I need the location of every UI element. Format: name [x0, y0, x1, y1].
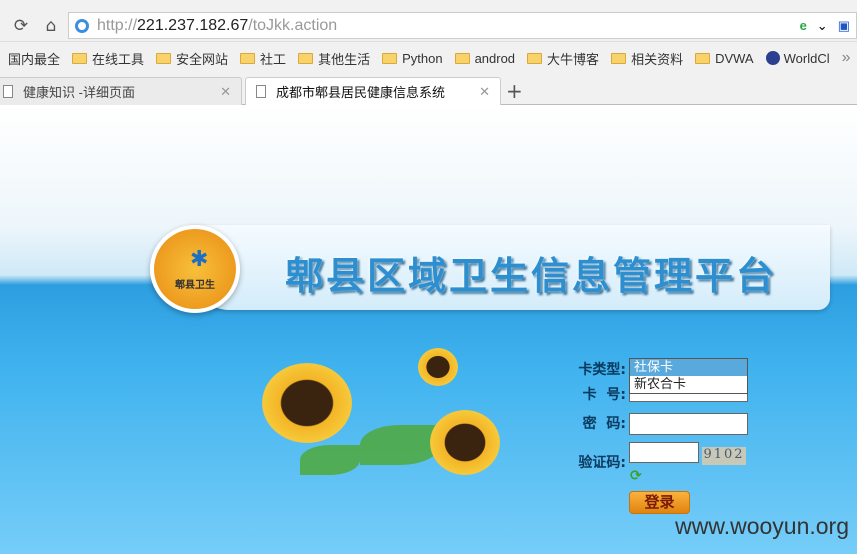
captcha-input[interactable]: [629, 442, 699, 463]
tab-health-knowledge[interactable]: 健康知识 -详细页面 ✕: [0, 77, 242, 105]
sunflower-image: [418, 348, 458, 386]
folder-icon: [527, 52, 543, 64]
leaf-decoration: [300, 445, 360, 475]
bookmark-item[interactable]: 在线工具: [72, 49, 144, 68]
password-label: 密 码:: [582, 416, 626, 432]
tab-label: 成都市郫县居民健康信息系统: [276, 85, 446, 100]
folder-icon: [611, 52, 627, 64]
captcha-label: 验证码:: [578, 455, 626, 471]
bookmarks-bar: 国内最全 在线工具 安全网站 社工 其他生活 Python androd 大牛博…: [0, 43, 857, 73]
new-tab-button[interactable]: +: [506, 79, 523, 103]
home-icon[interactable]: ⌂: [36, 12, 66, 40]
logo: ✱ 郫县卫生: [150, 225, 240, 313]
ie-mode-icon[interactable]: e: [800, 18, 807, 33]
reload-icon[interactable]: ⟳: [6, 12, 36, 40]
bookmark-item[interactable]: DVWA: [695, 51, 754, 66]
bookmark-label: 大牛博客: [547, 51, 600, 67]
password-input[interactable]: [629, 413, 748, 435]
card-number-label: 卡 号:: [582, 387, 626, 403]
url-path: /toJkk.action: [248, 16, 338, 34]
option-rural-card[interactable]: 新农合卡: [630, 376, 747, 393]
option-social-card[interactable]: 社保卡: [630, 359, 747, 376]
close-icon[interactable]: ✕: [479, 84, 490, 100]
bookmark-label: WorldCl: [783, 50, 830, 66]
card-type-label: 卡类型:: [578, 362, 626, 378]
url-host: 221.237.182.67: [137, 16, 249, 34]
refresh-icon[interactable]: ⟳: [630, 468, 642, 484]
nav-bar: ⟳ ⌂ http://221.237.182.67/toJkk.action e…: [0, 10, 857, 42]
bookmarks-more-button[interactable]: »: [842, 49, 851, 67]
extension-icon[interactable]: ▣: [838, 18, 850, 34]
bookmark-item[interactable]: Python: [382, 50, 443, 66]
medical-star-icon: ✱: [190, 247, 209, 272]
globe-icon: [765, 51, 780, 65]
bookmark-label: Python: [402, 50, 443, 66]
folder-icon: [382, 52, 398, 64]
sunflower-image: [430, 410, 500, 475]
bookmark-label: 在线工具: [92, 51, 145, 67]
site-icon: [75, 18, 89, 33]
bookmark-label: 相关资料: [631, 51, 684, 67]
page-title: 郫县区域卫生信息管理平台: [285, 254, 778, 298]
bookmark-item[interactable]: WorldCl: [765, 50, 830, 66]
watermark: www.wooyun.org: [675, 513, 849, 539]
chevron-down-icon[interactable]: ⌄: [817, 18, 828, 34]
folder-icon: [72, 52, 88, 64]
login-button[interactable]: 登录: [629, 491, 690, 514]
folder-icon: [298, 52, 314, 64]
bookmark-label: 社工: [260, 51, 287, 67]
bookmark-item[interactable]: 相关资料: [611, 49, 683, 68]
tab-strip: 健康知识 -详细页面 ✕ 成都市郫县居民健康信息系统 ✕ +: [0, 75, 857, 105]
leaf-decoration: [360, 425, 440, 465]
bookmark-label: 国内最全: [8, 51, 61, 67]
page-content: ✱ 郫县卫生 郫县区域卫生信息管理平台 卡类型: 社保卡 新农合卡 卡 号: 密 …: [0, 105, 857, 554]
bookmark-item[interactable]: 社工: [240, 49, 286, 68]
bookmark-label: 安全网站: [176, 51, 229, 67]
folder-icon: [156, 52, 172, 64]
bookmark-label: androd: [474, 50, 516, 66]
bookmark-label: DVWA: [715, 50, 754, 66]
address-bar[interactable]: http://221.237.182.67/toJkk.action e ⌄ ▣: [68, 12, 857, 39]
bookmark-item[interactable]: 其他生活: [298, 49, 370, 68]
captcha-image[interactable]: 9102: [702, 447, 746, 465]
bookmark-item[interactable]: 安全网站: [156, 49, 228, 68]
title-bar: [0, 0, 857, 10]
tab-label: 健康知识 -详细页面: [23, 85, 135, 100]
url-scheme: http://: [97, 16, 138, 34]
card-type-select[interactable]: 社保卡 新农合卡: [629, 358, 748, 394]
bookmark-item[interactable]: 大牛博客: [527, 49, 599, 68]
sunflower-image: [262, 363, 352, 443]
bookmark-label: 其他生活: [318, 51, 371, 67]
page-icon: [3, 85, 13, 98]
tab-active[interactable]: 成都市郫县居民健康信息系统 ✕: [245, 77, 501, 105]
page-icon: [256, 85, 266, 98]
close-icon[interactable]: ✕: [220, 84, 231, 100]
folder-icon: [454, 52, 470, 64]
logo-text: 郫县卫生: [175, 280, 215, 291]
folder-icon: [695, 52, 711, 64]
folder-icon: [240, 52, 256, 64]
bookmark-item[interactable]: 国内最全: [0, 49, 60, 68]
bookmark-item[interactable]: androd: [454, 50, 516, 66]
